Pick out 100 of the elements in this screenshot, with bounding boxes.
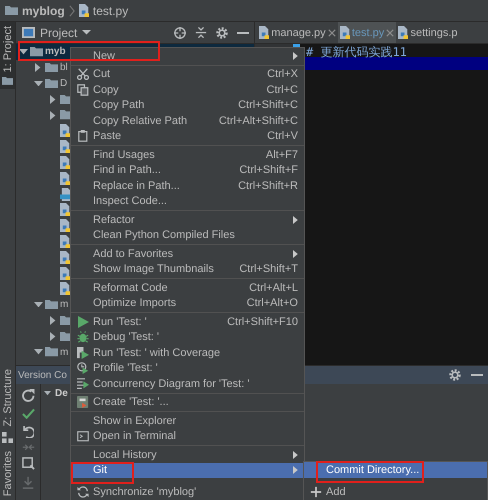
menu-item[interactable]: Run 'Test: ' with Coverage	[71, 345, 304, 360]
menu-item[interactable]: Reformat Code Ctrl+Alt+L	[71, 280, 304, 296]
crosshair-icon[interactable]	[174, 26, 186, 38]
python-file-icon	[60, 250, 70, 264]
menu-item[interactable]: Local History	[71, 447, 304, 462]
python-file-icon	[60, 282, 70, 296]
menu-item[interactable]: Commit Directory...	[304, 462, 487, 478]
tree-item[interactable]: De	[55, 388, 68, 399]
menu-item[interactable]: Find in Path... Ctrl+Shift+F	[71, 162, 304, 178]
python-file-icon	[60, 172, 70, 185]
clock-play-icon	[77, 362, 89, 374]
menu-item[interactable]: Copy Path Ctrl+Shift+C	[71, 98, 304, 113]
dropdown-arrow-icon	[82, 30, 92, 35]
folder-icon	[45, 347, 58, 357]
menu-item[interactable]: Create 'Test: '...	[71, 394, 304, 410]
shortcut-label: Ctrl+Shift+R	[238, 180, 298, 192]
python-file-icon	[60, 266, 70, 280]
tree-item[interactable]: m	[16, 344, 68, 360]
copy-icon	[77, 84, 89, 96]
breadcrumb-item[interactable]: myblog	[22, 4, 65, 18]
python-file-icon	[259, 26, 270, 39]
structure-icon	[2, 432, 13, 443]
menu-item[interactable]: Optimize Imports Ctrl+Alt+O	[71, 296, 304, 311]
python-file-icon	[340, 26, 350, 39]
menu-item[interactable]: Clean Python Compiled Files	[71, 228, 304, 243]
menu-item[interactable]: Profile 'Test: '	[71, 360, 304, 376]
panel-title[interactable]: Version Co	[18, 370, 67, 380]
python-file-icon	[60, 234, 70, 248]
python-file-icon	[60, 203, 70, 216]
menu-item[interactable]: Copy Ctrl+C	[71, 82, 304, 98]
menu-item[interactable]: Add	[304, 484, 487, 500]
menu-item[interactable]: Debug 'Test: '	[71, 330, 304, 345]
menu-item[interactable]: Find Usages Alt+F7	[71, 147, 304, 162]
editor-tab[interactable]: manage.py	[257, 22, 338, 43]
tree-item[interactable]: D	[16, 76, 68, 92]
settings-icon[interactable]	[449, 369, 461, 381]
shortcut-label: Ctrl+Shift+F10	[227, 316, 298, 328]
menu-item[interactable]: Refactor	[71, 212, 304, 228]
menu-item[interactable]: Open in Terminal	[71, 428, 304, 444]
menu-item[interactable]: Inspect Code...	[71, 194, 304, 209]
coverage-icon	[77, 346, 89, 359]
code-line: # 更新代码实践11	[305, 44, 408, 57]
side-tab[interactable]: Z: Structure	[0, 365, 15, 447]
refresh-icon[interactable]	[22, 389, 34, 402]
menu-item[interactable]: Replace in Path... Ctrl+Shift+R	[71, 178, 304, 194]
terminal-icon	[77, 431, 89, 442]
folder-icon	[5, 6, 18, 16]
folder-icon	[30, 47, 43, 57]
panel-icon	[22, 26, 35, 38]
menu-item[interactable]: Show Image Thumbnails Ctrl+Shift+T	[71, 262, 304, 277]
shortcut-label: Alt+F7	[266, 148, 298, 161]
bug-icon	[77, 331, 89, 344]
menu-item[interactable]: Add to Favorites	[71, 246, 304, 262]
editor-tab[interactable]: settings.p	[396, 22, 460, 43]
settings-icon[interactable]	[216, 26, 228, 38]
checkmark-icon[interactable]	[22, 408, 34, 420]
shortcut-label: Ctrl+C	[266, 84, 298, 96]
folder-icon	[45, 78, 58, 88]
menu-item[interactable]: Paste Ctrl+V	[71, 128, 304, 144]
clipboard-icon	[78, 130, 88, 142]
shortcut-label: Ctrl+Alt+Shift+C	[218, 114, 298, 127]
collapse-icon[interactable]	[195, 26, 207, 38]
breadcrumb-item[interactable]: test.py	[92, 4, 128, 18]
python-file-icon	[60, 219, 70, 232]
plus-icon	[310, 486, 322, 498]
menu-item[interactable]: Git	[71, 462, 304, 478]
menu-item[interactable]: Show in Explorer	[71, 413, 304, 428]
play-icon	[78, 316, 88, 328]
scissors-icon	[77, 68, 89, 80]
preview-icon[interactable]	[22, 456, 34, 470]
shortcut-label: Ctrl+Shift+T	[239, 263, 298, 276]
shortcut-label: Ctrl+Shift+F	[239, 164, 298, 176]
menu-item[interactable]: Concurrency Diagram for 'Test: '	[71, 376, 304, 392]
diagram-play-icon	[77, 378, 89, 390]
menu-item[interactable]: Synchronize 'myblog'	[71, 484, 304, 500]
side-tab[interactable]: Favorites	[0, 446, 15, 500]
folder-icon	[45, 300, 58, 310]
folder-icon	[2, 77, 13, 86]
panel-title[interactable]: Project	[40, 26, 78, 40]
folder-icon	[45, 63, 58, 72]
python-file-icon	[398, 26, 408, 39]
shortcut-label: Ctrl+Alt+L	[249, 282, 298, 294]
close-icon[interactable]	[328, 28, 336, 36]
python-file-icon	[60, 156, 70, 169]
menu-item[interactable]: Run 'Test: ' Ctrl+Shift+F10	[71, 314, 304, 330]
test-file-icon	[77, 396, 89, 408]
undo-icon[interactable]	[22, 425, 34, 438]
python-file-icon	[78, 4, 89, 17]
menu-item[interactable]: Copy Relative Path Ctrl+Alt+Shift+C	[71, 113, 304, 128]
menu-item[interactable]: New	[71, 48, 304, 64]
menu-item[interactable]: Cut Ctrl+X	[71, 66, 304, 82]
tree-item[interactable]: bl	[16, 60, 68, 76]
breadcrumb-separator-icon	[68, 4, 75, 16]
shortcut-label: Ctrl+Shift+C	[238, 99, 298, 112]
side-tab[interactable]: 1: Project	[0, 22, 15, 90]
sync-icon	[77, 486, 89, 498]
tree-item[interactable]: m	[16, 296, 68, 313]
minimize-icon[interactable]	[237, 32, 249, 34]
python-file-icon	[60, 140, 70, 154]
shortcut-label: Ctrl+Alt+O	[246, 297, 298, 310]
